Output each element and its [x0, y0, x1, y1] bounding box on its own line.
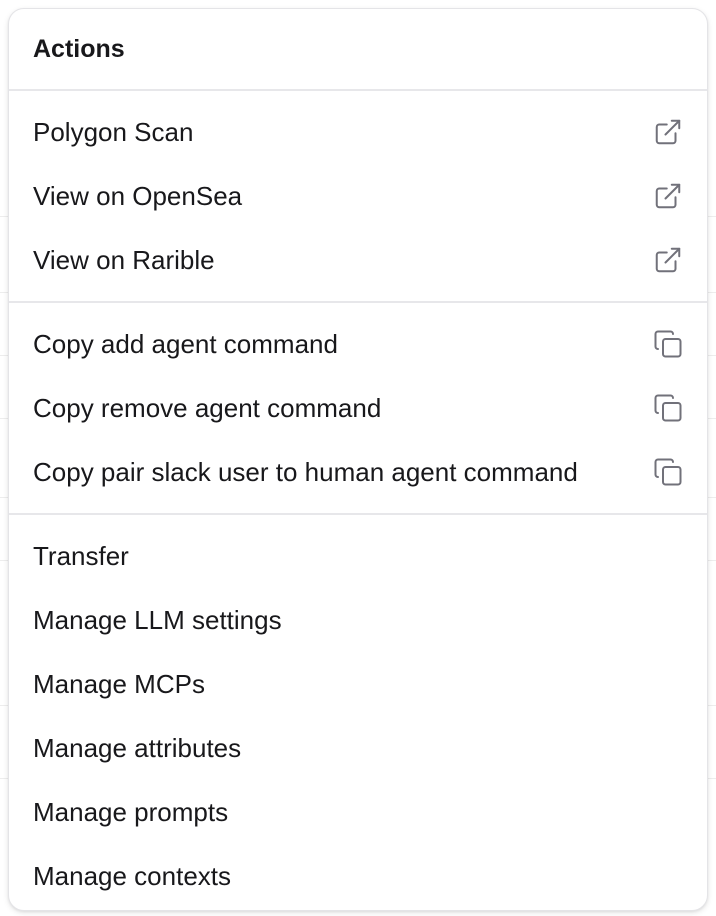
- menu-item-label: Copy remove agent command: [33, 392, 382, 423]
- menu-group-manage: Transfer Manage LLM settings Manage MCPs…: [9, 515, 707, 910]
- menu-item-copy-add-agent-command[interactable]: Copy add agent command: [9, 312, 707, 376]
- menu-item-copy-remove-agent-command[interactable]: Copy remove agent command: [9, 376, 707, 440]
- menu-item-label: Polygon Scan: [33, 116, 194, 147]
- actions-menu: Actions Polygon Scan View on OpenSea Vie…: [8, 8, 708, 911]
- copy-icon: [651, 328, 683, 360]
- menu-item-view-on-opensea[interactable]: View on OpenSea: [9, 164, 707, 228]
- external-link-icon: [651, 116, 683, 148]
- menu-item-manage-llm-settings[interactable]: Manage LLM settings: [9, 588, 707, 652]
- menu-item-manage-mcps[interactable]: Manage MCPs: [9, 652, 707, 716]
- menu-item-polygon-scan[interactable]: Polygon Scan: [9, 100, 707, 164]
- menu-group-copy: Copy add agent command Copy remove agent…: [9, 303, 707, 513]
- menu-item-manage-attributes[interactable]: Manage attributes: [9, 716, 707, 780]
- menu-item-label: View on Rarible: [33, 244, 215, 275]
- menu-item-view-on-rarible[interactable]: View on Rarible: [9, 228, 707, 292]
- external-link-icon: [651, 180, 683, 212]
- menu-item-manage-prompts[interactable]: Manage prompts: [9, 780, 707, 844]
- menu-item-label: Manage LLM settings: [33, 604, 282, 635]
- menu-item-label: Manage prompts: [33, 796, 229, 827]
- external-link-icon: [651, 244, 683, 276]
- menu-item-label: Manage contexts: [33, 860, 232, 891]
- menu-item-label: Manage MCPs: [33, 668, 205, 699]
- menu-item-label: Manage attributes: [33, 732, 242, 763]
- menu-item-label: Transfer: [33, 540, 129, 571]
- menu-item-label: View on OpenSea: [33, 180, 243, 211]
- menu-item-label: Copy add agent command: [33, 328, 338, 359]
- copy-icon: [651, 392, 683, 424]
- menu-title: Actions: [33, 34, 125, 63]
- menu-group-links: Polygon Scan View on OpenSea View on Rar…: [9, 91, 707, 301]
- menu-item-label: Copy pair slack user to human agent comm…: [33, 456, 578, 487]
- menu-item-copy-pair-slack-user-command[interactable]: Copy pair slack user to human agent comm…: [9, 440, 707, 504]
- copy-icon: [651, 456, 683, 488]
- menu-item-transfer[interactable]: Transfer: [9, 524, 707, 588]
- menu-item-manage-contexts[interactable]: Manage contexts: [9, 844, 707, 908]
